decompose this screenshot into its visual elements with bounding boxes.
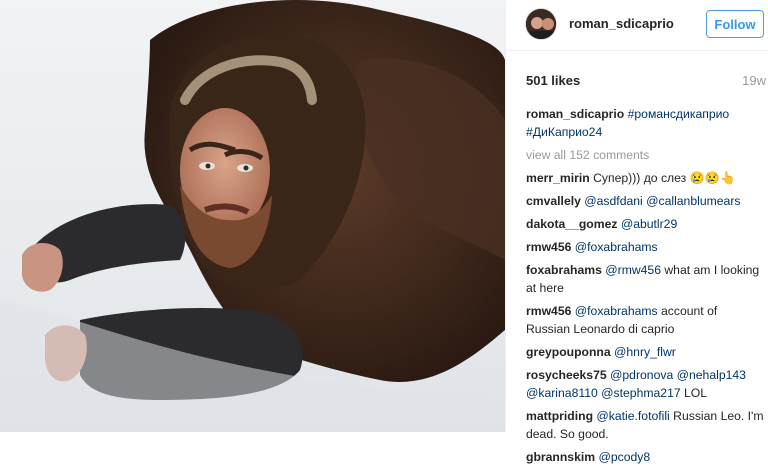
comment: dakota__gomez @abutlr29 xyxy=(526,215,764,233)
comment-username[interactable]: rmw456 xyxy=(526,304,571,318)
comment-username[interactable]: mattpriding xyxy=(526,409,593,423)
comment-username[interactable]: dakota__gomez xyxy=(526,217,617,231)
post-sidebar: roman_sdicaprio Follow 501 likes 19w rom… xyxy=(505,0,768,464)
mention-link[interactable]: @nehalp143 xyxy=(677,368,746,382)
caption: roman_sdicaprio #романсдикаприо #ДиКапри… xyxy=(526,105,764,141)
mention-link[interactable]: @callanblumears xyxy=(646,194,740,208)
mention-link[interactable]: @karina8110 xyxy=(526,386,598,400)
comment: rosycheeks75 @pdronova @nehalp143 @karin… xyxy=(526,366,764,402)
comment-username[interactable]: greypouponna xyxy=(526,345,611,359)
post-time-ago: 19w xyxy=(742,73,766,88)
mention-link[interactable]: @abutlr29 xyxy=(621,217,677,231)
comment: greypouponna @hnry_flwr xyxy=(526,343,764,361)
mention-link[interactable]: @katie.fotofili xyxy=(596,409,669,423)
post-photo[interactable] xyxy=(0,0,505,432)
caption-hashtag[interactable]: #романсдикаприо xyxy=(628,107,730,121)
mention-link[interactable]: @stephma217 xyxy=(601,386,680,400)
comment-username[interactable]: foxabrahams xyxy=(526,263,602,277)
comment-username[interactable]: merr_mirin xyxy=(526,171,590,185)
caption-hashtag[interactable]: #ДиКаприо24 xyxy=(526,125,602,139)
mention-link[interactable]: @foxabrahams xyxy=(575,304,658,318)
comment: mattpriding @katie.fotofili Russian Leo.… xyxy=(526,407,764,443)
mention-link[interactable]: @pdronova xyxy=(610,368,673,382)
comment: merr_mirin Супер))) до слез 😢😢👆 xyxy=(526,169,764,187)
comment-text: LOL xyxy=(680,386,708,400)
mention-link[interactable]: @pcody8 xyxy=(598,450,650,464)
avatar[interactable] xyxy=(525,8,557,40)
view-all-comments-link[interactable]: view all 152 comments xyxy=(526,146,764,164)
comment: rmw456 @foxabrahams account of Russian L… xyxy=(526,302,764,338)
likes-count[interactable]: 501 likes xyxy=(526,73,580,88)
comment-username[interactable]: cmvallely xyxy=(526,194,581,208)
comment-list: merr_mirin Супер))) до слез 😢😢👆 cmvallely… xyxy=(526,169,764,466)
post-header: roman_sdicaprio Follow xyxy=(506,0,768,51)
comment-text: Супер))) до слез 😢😢👆 xyxy=(593,171,736,185)
comment: gbrannskim @pcody8 xyxy=(526,448,764,466)
follow-button[interactable]: Follow xyxy=(706,10,764,38)
comment-username[interactable]: rmw456 xyxy=(526,240,571,254)
comment-username[interactable]: rosycheeks75 xyxy=(526,368,607,382)
mention-link[interactable]: @foxabrahams xyxy=(575,240,658,254)
photo-illustration xyxy=(0,0,505,432)
mention-link[interactable]: @hnry_flwr xyxy=(614,345,676,359)
comment: foxabrahams @rmw456 what am I looking at… xyxy=(526,261,764,297)
likes-row: 501 likes 19w xyxy=(526,73,766,91)
comment: rmw456 @foxabrahams xyxy=(526,238,764,256)
caption-username[interactable]: roman_sdicaprio xyxy=(526,107,624,121)
comment: cmvallely @asdfdani @callanblumears xyxy=(526,192,764,210)
comments-section: roman_sdicaprio #романсдикаприо #ДиКапри… xyxy=(526,105,764,471)
post-username[interactable]: roman_sdicaprio xyxy=(569,16,674,31)
mention-link[interactable]: @rmw456 xyxy=(605,263,661,277)
comment-username[interactable]: gbrannskim xyxy=(526,450,595,464)
mention-link[interactable]: @asdfdani xyxy=(584,194,642,208)
